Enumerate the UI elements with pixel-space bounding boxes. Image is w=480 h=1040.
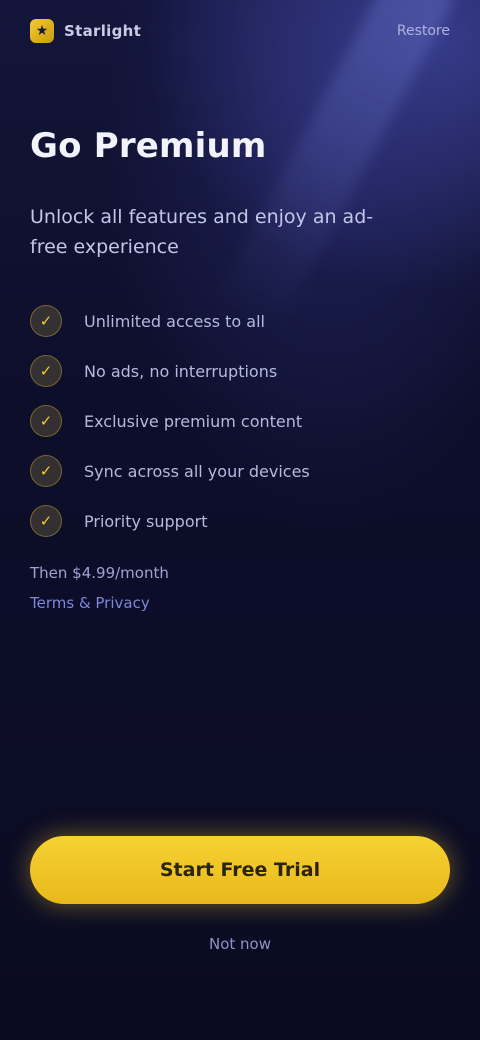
feature-item: ✓ Priority support: [30, 496, 450, 546]
feature-item: ✓ Exclusive premium content: [30, 396, 450, 446]
main-content: Go Premium Unlock all features and enjoy…: [30, 122, 450, 618]
star-logo-icon: ★: [30, 19, 54, 43]
check-icon: ✓: [30, 355, 62, 387]
page-title: Go Premium: [30, 126, 267, 166]
not-now-button[interactable]: Not now: [203, 934, 277, 954]
brand: ★ Starlight: [30, 19, 141, 43]
feature-list: ✓ Unlimited access to all ✓ No ads, no i…: [30, 296, 450, 546]
page-subtitle: Unlock all features and enjoy an ad-free…: [30, 206, 374, 258]
check-icon: ✓: [30, 505, 62, 537]
pricing-info: Then $4.99/month Terms & Privacy: [30, 558, 450, 618]
top-bar: ★ Starlight Restore: [30, 14, 450, 48]
skip-container: Not now: [0, 934, 480, 954]
restore-purchases-button[interactable]: Restore: [397, 19, 450, 43]
start-trial-button[interactable]: Start Free Trial: [30, 836, 450, 904]
feature-item: ✓ Sync across all your devices: [30, 446, 450, 496]
brand-name: Starlight: [64, 22, 142, 40]
feature-label: Priority support: [84, 511, 208, 531]
feature-label: Sync across all your devices: [84, 461, 310, 481]
feature-item: ✓ No ads, no interruptions: [30, 346, 450, 396]
feature-label: Unlimited access to all: [84, 311, 265, 331]
feature-label: No ads, no interruptions: [84, 361, 278, 381]
check-icon: ✓: [30, 405, 62, 437]
terms-privacy-link[interactable]: Terms & Privacy: [30, 588, 150, 618]
paywall-screen: ★ Starlight Restore Go Premium Unlock al…: [0, 0, 480, 1040]
check-icon: ✓: [30, 305, 62, 337]
price-line: Then $4.99/month: [30, 564, 169, 582]
feature-label: Exclusive premium content: [84, 411, 303, 431]
feature-item: ✓ Unlimited access to all: [30, 296, 450, 346]
check-icon: ✓: [30, 455, 62, 487]
